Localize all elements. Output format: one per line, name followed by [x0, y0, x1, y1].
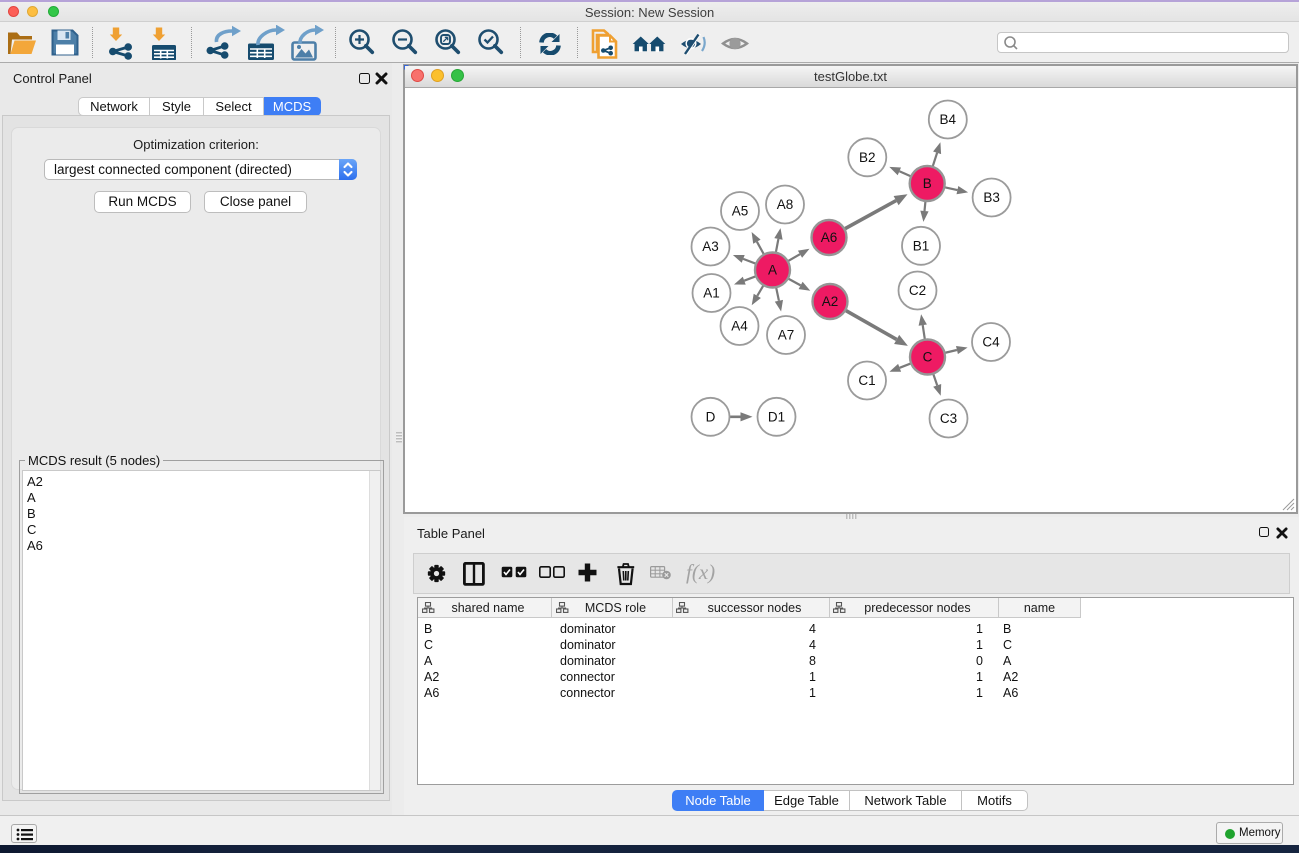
svg-text:A6: A6: [821, 230, 838, 245]
svg-text:C: C: [923, 350, 933, 365]
svg-text:C4: C4: [982, 335, 1000, 350]
svg-text:D1: D1: [768, 409, 785, 424]
svg-text:B1: B1: [913, 238, 930, 253]
svg-text:A4: A4: [731, 319, 748, 334]
svg-text:B: B: [923, 176, 932, 191]
svg-text:B4: B4: [940, 112, 957, 127]
svg-text:B2: B2: [859, 150, 876, 165]
svg-text:A2: A2: [822, 294, 839, 309]
svg-text:A3: A3: [702, 239, 719, 254]
svg-text:C2: C2: [909, 283, 926, 298]
svg-text:A8: A8: [777, 197, 794, 212]
svg-text:A7: A7: [778, 328, 795, 343]
svg-text:C3: C3: [940, 411, 957, 426]
svg-text:B3: B3: [983, 190, 1000, 205]
svg-text:A: A: [768, 263, 777, 278]
svg-text:C1: C1: [858, 373, 875, 388]
svg-text:A1: A1: [703, 286, 720, 301]
svg-text:D: D: [706, 409, 716, 424]
svg-text:A5: A5: [732, 204, 749, 219]
